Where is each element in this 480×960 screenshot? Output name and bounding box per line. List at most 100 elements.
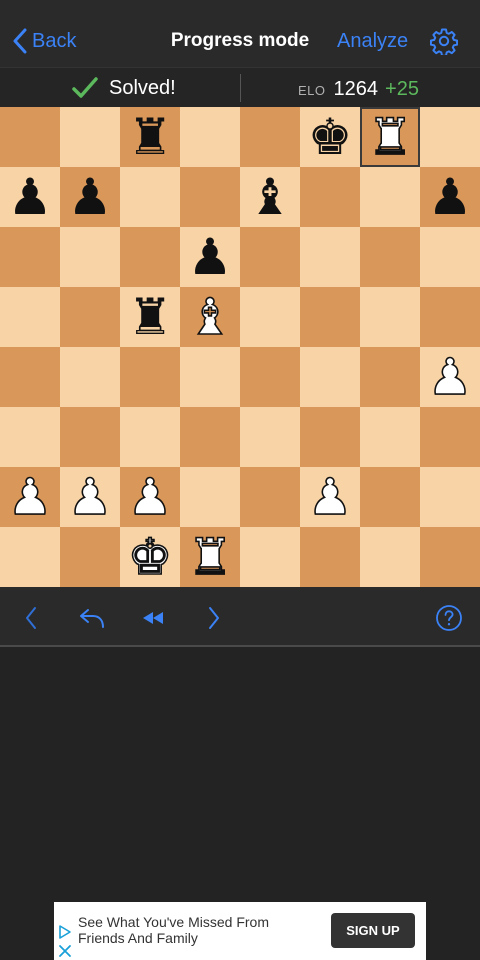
square-h6[interactable]: [420, 227, 480, 287]
ad-text: See What You've Missed From Friends And …: [78, 914, 269, 946]
square-e2[interactable]: [240, 467, 300, 527]
square-f6[interactable]: [300, 227, 360, 287]
square-h8[interactable]: [420, 107, 480, 167]
settings-button[interactable]: [429, 27, 459, 57]
white-pawn-icon[interactable]: ♟: [307, 471, 353, 523]
square-h4[interactable]: ♟: [420, 347, 480, 407]
square-f4[interactable]: [300, 347, 360, 407]
previous-move-button[interactable]: [16, 603, 46, 633]
square-a3[interactable]: [0, 407, 60, 467]
square-a8[interactable]: [0, 107, 60, 167]
rewind-button[interactable]: [138, 603, 168, 633]
square-d7[interactable]: [180, 167, 240, 227]
status-bar: Solved! ELO 1264 +25: [0, 67, 480, 107]
ad-signup-button[interactable]: SIGN UP: [331, 913, 415, 948]
square-b7[interactable]: ♟: [60, 167, 120, 227]
elo-label: ELO: [298, 83, 326, 98]
back-button[interactable]: Back: [12, 26, 76, 56]
black-pawn-icon: ♟: [67, 168, 113, 226]
help-button[interactable]: [434, 603, 464, 633]
white-pawn-icon[interactable]: ♟: [7, 471, 53, 523]
solved-indicator: Solved!: [72, 75, 176, 101]
square-b3[interactable]: [60, 407, 120, 467]
square-c1[interactable]: ♚: [120, 527, 180, 587]
solved-label: Solved!: [109, 76, 176, 99]
black-bishop-icon: ♝: [247, 168, 293, 226]
square-g5[interactable]: [360, 287, 420, 347]
nav-bar: Back Progress mode Analyze: [0, 0, 480, 67]
square-d2[interactable]: [180, 467, 240, 527]
square-a2[interactable]: ♟: [0, 467, 60, 527]
black-king-icon: ♚: [307, 108, 353, 166]
next-move-button[interactable]: [199, 603, 229, 633]
square-e6[interactable]: [240, 227, 300, 287]
square-g2[interactable]: [360, 467, 420, 527]
white-pawn-icon[interactable]: ♟: [427, 351, 473, 403]
square-f2[interactable]: ♟: [300, 467, 360, 527]
chevron-left-icon: [13, 28, 27, 54]
square-b1[interactable]: [60, 527, 120, 587]
white-pawn-icon[interactable]: ♟: [127, 471, 173, 523]
gear-icon: [429, 28, 459, 57]
square-d8[interactable]: [180, 107, 240, 167]
square-b6[interactable]: [60, 227, 120, 287]
white-king-icon[interactable]: ♚: [127, 531, 173, 583]
square-h2[interactable]: [420, 467, 480, 527]
square-h3[interactable]: [420, 407, 480, 467]
square-g7[interactable]: [360, 167, 420, 227]
square-a4[interactable]: [0, 347, 60, 407]
square-d5[interactable]: ♝: [180, 287, 240, 347]
square-e4[interactable]: [240, 347, 300, 407]
square-b4[interactable]: [60, 347, 120, 407]
square-a6[interactable]: [0, 227, 60, 287]
square-c4[interactable]: [120, 347, 180, 407]
white-bishop-icon[interactable]: ♝: [187, 291, 233, 343]
square-h7[interactable]: ♟: [420, 167, 480, 227]
square-f3[interactable]: [300, 407, 360, 467]
undo-icon: [80, 609, 104, 628]
square-e5[interactable]: [240, 287, 300, 347]
square-c8[interactable]: ♜: [120, 107, 180, 167]
elo-value: 1264: [333, 78, 379, 100]
square-d6[interactable]: ♟: [180, 227, 240, 287]
square-e1[interactable]: [240, 527, 300, 587]
square-a7[interactable]: ♟: [0, 167, 60, 227]
square-f7[interactable]: [300, 167, 360, 227]
square-g6[interactable]: [360, 227, 420, 287]
square-c3[interactable]: [120, 407, 180, 467]
move-toolbar: [0, 587, 480, 647]
square-g8[interactable]: ♜: [360, 107, 420, 167]
square-b2[interactable]: ♟: [60, 467, 120, 527]
ad-choices-icon[interactable]: [58, 924, 72, 958]
square-d3[interactable]: [180, 407, 240, 467]
square-e7[interactable]: ♝: [240, 167, 300, 227]
square-a5[interactable]: [0, 287, 60, 347]
square-f8[interactable]: ♚: [300, 107, 360, 167]
square-a1[interactable]: [0, 527, 60, 587]
square-c2[interactable]: ♟: [120, 467, 180, 527]
square-g1[interactable]: [360, 527, 420, 587]
analyze-button[interactable]: Analyze: [337, 30, 408, 53]
undo-button[interactable]: [77, 603, 107, 633]
square-h1[interactable]: [420, 527, 480, 587]
square-e8[interactable]: [240, 107, 300, 167]
square-f5[interactable]: [300, 287, 360, 347]
ad-banner[interactable]: See What You've Missed From Friends And …: [54, 902, 426, 960]
white-pawn-icon[interactable]: ♟: [67, 471, 113, 523]
square-f1[interactable]: [300, 527, 360, 587]
square-c5[interactable]: ♜: [120, 287, 180, 347]
square-e3[interactable]: [240, 407, 300, 467]
square-c7[interactable]: [120, 167, 180, 227]
square-g3[interactable]: [360, 407, 420, 467]
square-d4[interactable]: [180, 347, 240, 407]
white-rook-icon[interactable]: ♜: [187, 531, 233, 583]
square-g4[interactable]: [360, 347, 420, 407]
square-h5[interactable]: [420, 287, 480, 347]
square-b8[interactable]: [60, 107, 120, 167]
white-rook-icon[interactable]: ♜: [367, 111, 413, 163]
square-d1[interactable]: ♜: [180, 527, 240, 587]
square-b5[interactable]: [60, 287, 120, 347]
elo-rating: ELO 1264 +25: [298, 78, 419, 101]
square-c6[interactable]: [120, 227, 180, 287]
chess-board[interactable]: ♜ ♚ ♜ ♟ ♟ ♝ ♟ ♟ ♜ ♝ ♟ ♟ ♟ ♟ ♟ ♚ ♜: [0, 107, 480, 587]
